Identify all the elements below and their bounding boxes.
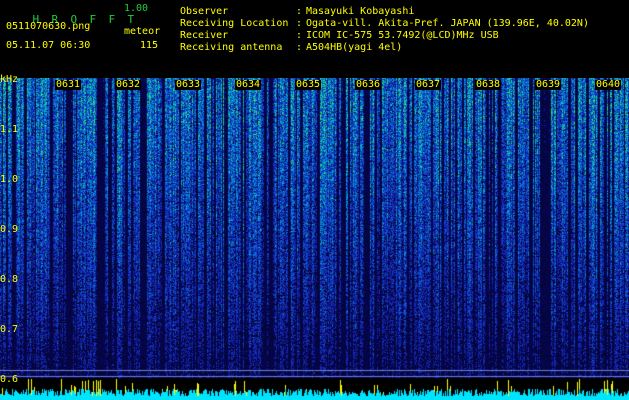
file-datetime: 05.11.07 06:30 — [6, 40, 91, 51]
y-tick: 0.7 — [0, 324, 19, 335]
app-version: 1.00 — [124, 3, 149, 14]
x-tick: 0632 — [115, 79, 142, 90]
meteor-count: 115 — [140, 40, 159, 51]
x-tick: 0637 — [415, 79, 442, 90]
file-name: 0511070630.png — [6, 21, 91, 32]
receiver-value: ICOM IC-575 53.7492(@LCD)MHz USB — [306, 30, 499, 41]
x-tick: 0634 — [235, 79, 262, 90]
location-key: Receiving Location — [180, 18, 289, 29]
x-tick: 0638 — [475, 79, 502, 90]
x-tick: 0640 — [595, 79, 622, 90]
receiver-sep: : — [296, 30, 303, 41]
antenna-key: Receiving antenna — [180, 42, 283, 53]
x-tick: 0636 — [355, 79, 382, 90]
y-axis-unit: kHz — [0, 74, 19, 85]
meteor-label: meteor — [124, 26, 161, 37]
observer-sep: : — [296, 6, 303, 17]
y-tick: 1.1 — [0, 124, 19, 135]
antenna-sep: : — [296, 42, 303, 53]
spectrogram-canvas[interactable] — [0, 78, 629, 400]
y-tick: 1.0 — [0, 174, 19, 185]
x-tick: 0639 — [535, 79, 562, 90]
x-tick: 0631 — [55, 79, 82, 90]
x-tick: 0633 — [175, 79, 202, 90]
location-sep: : — [296, 18, 303, 29]
x-tick: 0635 — [295, 79, 322, 90]
y-tick: 0.6 — [0, 374, 19, 385]
antenna-value: A504HB(yagi 4el) — [306, 42, 403, 53]
y-tick: 0.8 — [0, 274, 19, 285]
location-value: Ogata-vill. Akita-Pref. JAPAN (139.96E, … — [306, 18, 589, 29]
receiver-key: Receiver — [180, 30, 229, 41]
header-panel: HROFFT 1.00 0511070630.png meteor 05.11.… — [0, 0, 629, 78]
observer-value: Masayuki Kobayashi — [306, 6, 415, 17]
y-tick: 0.9 — [0, 224, 19, 235]
observer-key: Observer — [180, 6, 229, 17]
